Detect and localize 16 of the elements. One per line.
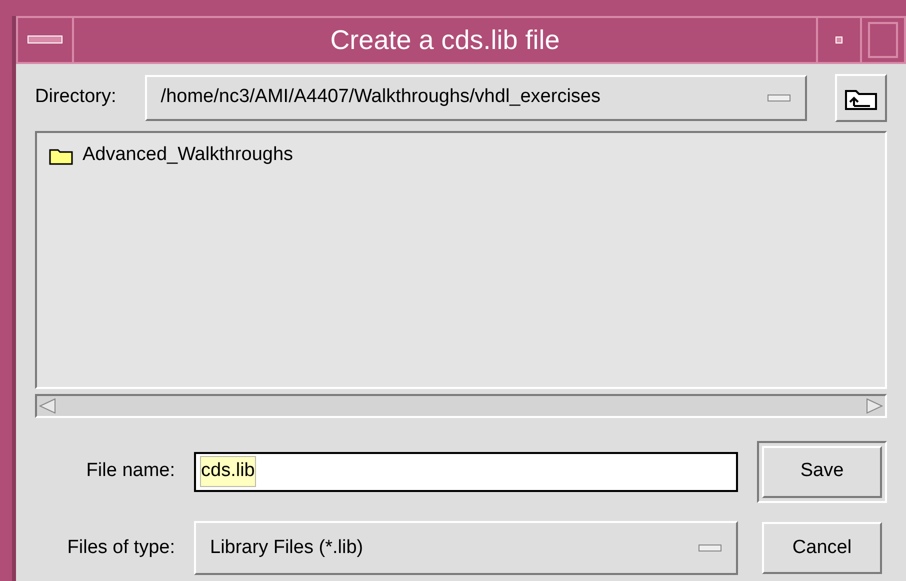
horizontal-scrollbar[interactable] (35, 394, 887, 418)
folder-icon (49, 146, 73, 164)
directory-label: Directory: (35, 85, 116, 110)
file-name-field[interactable]: cds.lib (194, 452, 738, 492)
folder-name[interactable]: Advanced_Walkthroughs (82, 141, 294, 170)
up-folder-button[interactable] (835, 74, 887, 122)
window-menu-icon[interactable] (27, 35, 63, 45)
dropdown-icon (766, 94, 790, 102)
file-type-label: Files of type: (66, 536, 175, 560)
directory-dropdown[interactable]: /home/nc3/AMI/A4407/Walkthroughs/vhdl_exercises (144, 74, 806, 121)
file-type-dropdown[interactable]: Library Files (*.lib) (194, 521, 738, 576)
dropdown-icon (698, 544, 722, 552)
window-title: Create a cds.lib file (329, 24, 561, 57)
file-name-label: File name: (85, 459, 175, 484)
minimize-icon[interactable] (835, 36, 843, 44)
save-button[interactable]: Save (757, 440, 887, 503)
